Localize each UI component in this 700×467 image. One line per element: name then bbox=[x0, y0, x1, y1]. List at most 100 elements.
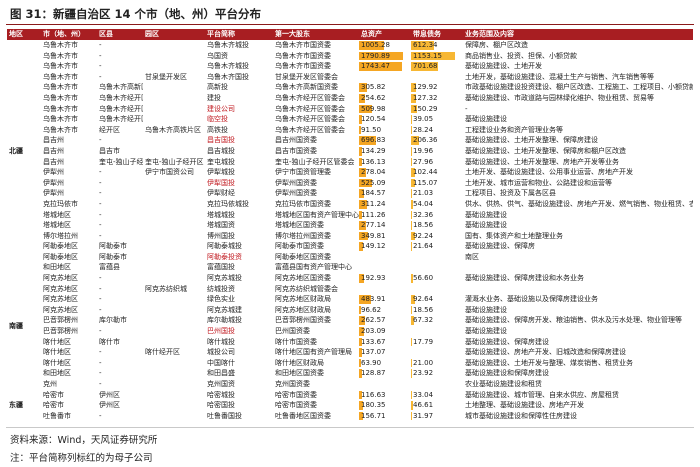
business-cell: 基础设施建设 bbox=[465, 327, 507, 336]
asset-cell: 137.07 bbox=[359, 347, 411, 358]
debt-cell: 46.61 bbox=[411, 400, 463, 411]
debt-cell: 21.03 bbox=[411, 188, 463, 199]
shareholder-cell: 塔城地区国有资产管理中心 bbox=[275, 210, 359, 219]
table-row: 阿克苏地区 - 阿克苏城投 阿克苏地区国资委 192.93 56.60 基础设施建设、保障房… bbox=[7, 273, 693, 284]
business-cell: 国有、集体资产和土地整理业务 bbox=[465, 231, 563, 240]
park-cell bbox=[143, 262, 205, 273]
business-cell: 基础设施建设、土地开发与整理、煤炭销售、租赁业务 bbox=[465, 358, 633, 367]
table-row: 乌鲁木齐市 乌鲁木齐高新区 高新投 乌鲁木齐高新国资委 305.82 129.92 市政基础… bbox=[7, 82, 693, 93]
city-cell: 昌吉州 bbox=[43, 146, 64, 155]
business-cell: 土地整理、基础设施建设、房地产开发 bbox=[465, 401, 584, 410]
debt-cell-value: 129.92 bbox=[413, 83, 438, 92]
debt-bar bbox=[411, 146, 412, 156]
shareholder-cell: 喀什地区国有资产管理局 bbox=[275, 348, 352, 357]
table-row: 巴音郭楞州 库尔勒市 库尔勒城投 巴音郭楞州国资委 262.57 67.32 基础设施建设、… bbox=[7, 315, 693, 326]
debt-bar bbox=[411, 369, 412, 378]
debt-cell: 18.56 bbox=[411, 305, 463, 316]
asset-cell-value: 311.24 bbox=[361, 199, 386, 208]
shareholder-cell: 阿勒泰地区国资委 bbox=[275, 252, 331, 261]
business-cell: 基础设施建设、土地开发整理、房地产开发等业务 bbox=[465, 157, 619, 166]
district-cell: 阿勒泰市 bbox=[99, 242, 127, 251]
city-cell: 阿克苏地区 bbox=[43, 305, 78, 314]
city-cell: 乌鲁木齐市 bbox=[43, 115, 78, 124]
table-row: 塔城地区 - 塔城国资 塔城地区国资委 277.14 18.56 基础设施建设 bbox=[7, 220, 693, 231]
debt-cell-value: 206.36 bbox=[413, 136, 438, 145]
park-cell bbox=[143, 135, 205, 146]
city-cell: 伊犁州 bbox=[43, 189, 64, 198]
district-cell: - bbox=[99, 210, 102, 219]
city-cell: 喀什地区 bbox=[43, 337, 71, 346]
shareholder-cell: 乌鲁木齐经开区管委会 bbox=[275, 104, 345, 113]
asset-cell: 1790.89 bbox=[359, 51, 411, 62]
asset-cell-value: 203.09 bbox=[361, 327, 386, 336]
asset-cell: 1743.47 bbox=[359, 61, 411, 72]
city-cell: 哈密市 bbox=[43, 401, 64, 410]
debt-cell: 701.68 bbox=[411, 61, 463, 72]
district-cell: - bbox=[99, 199, 102, 208]
park-cell bbox=[143, 315, 205, 326]
asset-cell: 184.57 bbox=[359, 188, 411, 199]
asset-cell: 1005.28 bbox=[359, 40, 411, 51]
district-cell: - bbox=[99, 189, 102, 198]
debt-bar bbox=[411, 305, 412, 315]
header-city: 市（地、州） bbox=[41, 29, 97, 40]
header-assets: 总资产 bbox=[359, 29, 411, 40]
debt-cell: 92.64 bbox=[411, 294, 463, 305]
park-cell bbox=[143, 104, 205, 115]
platform-cell: 富蕴国投 bbox=[207, 263, 235, 272]
shareholder-cell: 奎屯-独山子经开区管委会 bbox=[275, 157, 355, 166]
city-cell: 昌吉州 bbox=[43, 157, 64, 166]
shareholder-cell: 克州国资委 bbox=[275, 380, 310, 388]
city-cell: 阿勒泰地区 bbox=[43, 252, 78, 261]
business-cell: 基础设施建设、土地开发 bbox=[465, 62, 542, 71]
city-cell: 克州 bbox=[43, 380, 57, 388]
city-cell: 克拉玛依市 bbox=[43, 199, 78, 208]
table-row: 阿克苏地区 - 阿克苏纺织城 纺城投资 阿克苏纺织城管委会 bbox=[7, 284, 693, 295]
asset-cell-value: 96.62 bbox=[361, 305, 382, 314]
shareholder-cell: 哈密市国资委 bbox=[275, 401, 317, 410]
platform-cell: 乌鲁木齐城投 bbox=[207, 62, 249, 71]
debt-cell-value: 18.56 bbox=[413, 221, 434, 230]
debt-cell-value: 46.61 bbox=[413, 401, 434, 410]
table-row: 克州 - 克州国资 克州国资委 农业基础设施建设和租赁 bbox=[7, 379, 693, 390]
header-platform: 平台简称 bbox=[205, 29, 273, 40]
district-cell: - bbox=[99, 178, 102, 187]
shareholder-cell: 阿克苏地区国资委 bbox=[275, 274, 331, 283]
shareholder-cell: 克拉玛依市国资委 bbox=[275, 199, 331, 208]
platform-cell: 纺城投资 bbox=[207, 284, 235, 293]
debt-cell: 28.24 bbox=[411, 125, 463, 136]
district-cell: 阿勒泰市 bbox=[99, 252, 127, 261]
platform-cell: 临空投 bbox=[207, 115, 228, 124]
table-row: 昌吉州奎屯-独山子经开区奎屯-独山子经开区奎屯城投奎屯-独山子经开区管委会136… bbox=[7, 157, 693, 168]
city-cell: 乌鲁木齐市 bbox=[43, 93, 78, 102]
city-cell: 昌吉州 bbox=[43, 136, 64, 145]
asset-cell bbox=[359, 379, 411, 390]
header-district: 区县 bbox=[97, 29, 143, 40]
debt-cell-value: 28.24 bbox=[413, 125, 434, 134]
business-cell: 基础设施建设、保障房开发、粮油销售、供水及污水处理、物业管理等 bbox=[465, 316, 682, 325]
park-cell bbox=[143, 241, 205, 252]
asset-cell: 509.98 bbox=[359, 104, 411, 115]
district-cell: 乌鲁木齐经开区 bbox=[99, 115, 143, 124]
shareholder-cell: 和田地区国资委 bbox=[275, 369, 324, 378]
table-row: 昌吉州 - 昌吉国投 昌吉州国资委 696.83 206.36 基础设施建设、土地开发整理、… bbox=[7, 135, 693, 146]
district-cell: - bbox=[99, 62, 102, 71]
asset-cell: 525.09 bbox=[359, 178, 411, 189]
district-cell: 乌鲁木齐经开区 bbox=[99, 93, 143, 102]
table-row: 乌鲁木齐市 - 甘泉堡开发区 乌鲁木齐国投 甘泉堡开发区管委会 土地开发，基础设施建设、混… bbox=[7, 72, 693, 83]
business-cell: 基础设施建设 bbox=[465, 115, 507, 124]
asset-cell-value: 136.13 bbox=[361, 157, 386, 166]
header-park: 园区 bbox=[143, 29, 205, 40]
debt-cell: 115.07 bbox=[411, 178, 463, 189]
debt-cell: 27.96 bbox=[411, 157, 463, 168]
asset-cell-value: 525.09 bbox=[361, 178, 386, 187]
business-cell: 土地开发，基础设施建设、混凝土生产与销售、汽车销售等等 bbox=[465, 72, 654, 81]
debt-cell-value: 127.32 bbox=[413, 93, 438, 102]
asset-cell-value: 156.71 bbox=[361, 411, 386, 420]
business-cell: 基础设施建设 bbox=[465, 221, 507, 230]
debt-cell-value: 17.79 bbox=[413, 337, 434, 346]
asset-cell-value: 349.81 bbox=[361, 231, 386, 240]
debt-cell: 21.00 bbox=[411, 358, 463, 369]
district-cell: - bbox=[99, 72, 102, 81]
business-cell: 基础设施建设、土地开发整理、保障房建设 bbox=[465, 136, 598, 145]
